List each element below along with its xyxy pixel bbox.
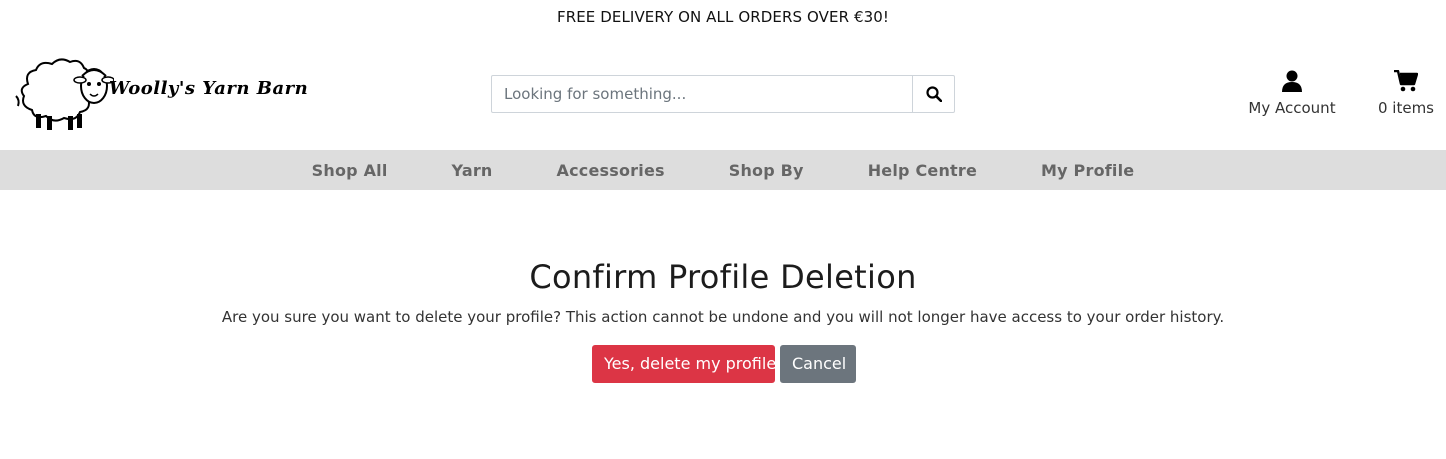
search-icon — [925, 86, 942, 102]
confirm-delete-button[interactable]: Yes, delete my profile — [592, 345, 776, 383]
logo-text: Woolly's Yarn Barn — [109, 78, 309, 99]
main-content: Confirm Profile Deletion Are you sure yo… — [0, 190, 1446, 459]
my-account-link[interactable]: My Account — [1240, 70, 1344, 120]
nav-item-my-profile[interactable]: My Profile — [1009, 161, 1166, 180]
site-header: Woolly's Yarn Barn My Account 0 items — [0, 34, 1446, 150]
nav-item-help-centre[interactable]: Help Centre — [836, 161, 1009, 180]
action-buttons: Yes, delete my profile Cancel — [592, 345, 856, 383]
nav-item-shop-all[interactable]: Shop All — [280, 161, 420, 180]
cart-label: 0 items — [1377, 99, 1434, 117]
cart-link[interactable]: 0 items — [1372, 69, 1440, 120]
cancel-button[interactable]: Cancel — [780, 345, 856, 383]
sheep-logo-icon — [15, 58, 114, 130]
confirmation-message: Are you sure you want to delete your pro… — [221, 308, 1225, 326]
user-icon — [1282, 70, 1302, 92]
nav-item-shop-by[interactable]: Shop By — [697, 161, 836, 180]
search-bar — [491, 75, 955, 113]
logo[interactable]: Woolly's Yarn Barn — [14, 56, 334, 138]
search-button[interactable] — [912, 76, 954, 112]
cart-icon — [1394, 69, 1419, 92]
search-input[interactable] — [492, 76, 912, 112]
promo-banner: FREE DELIVERY ON ALL ORDERS OVER €30! — [556, 8, 890, 26]
page-title: Confirm Profile Deletion — [529, 258, 917, 296]
main-nav: Shop All Yarn Accessories Shop By Help C… — [0, 150, 1446, 190]
nav-item-accessories[interactable]: Accessories — [525, 161, 697, 180]
nav-item-yarn[interactable]: Yarn — [420, 161, 525, 180]
account-label: My Account — [1248, 99, 1336, 117]
